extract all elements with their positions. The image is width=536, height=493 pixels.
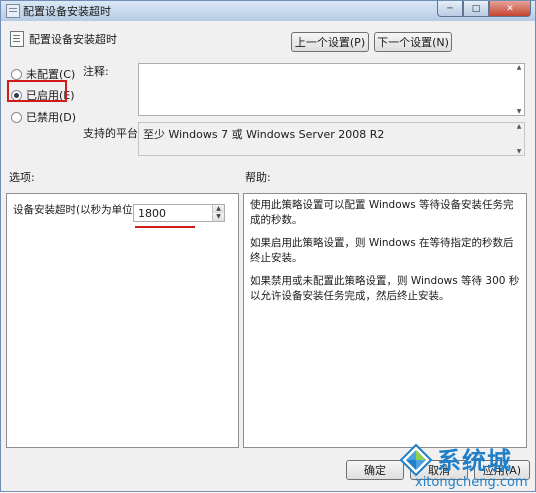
policy-window-icon bbox=[6, 4, 20, 18]
spin-buttons: ▲ ▼ bbox=[212, 205, 224, 221]
comment-textarea[interactable]: ▲ ▼ bbox=[138, 63, 525, 116]
watermark-logo-icon bbox=[399, 443, 433, 477]
ok-button[interactable]: 确定 bbox=[346, 460, 404, 480]
scroll-up-icon[interactable]: ▲ bbox=[517, 64, 522, 71]
platform-box: 至少 Windows 7 或 Windows Server 2008 R2 ▲ … bbox=[138, 122, 525, 156]
radio-disabled[interactable]: 已禁用(D) bbox=[11, 109, 76, 125]
help-paragraph: 如果启用此策略设置，则 Windows 在等待指定的秒数后终止安装。 bbox=[250, 237, 514, 264]
radio-label: 已禁用(D) bbox=[26, 111, 77, 124]
scroll-down-icon[interactable]: ▼ bbox=[517, 108, 522, 115]
options-label: 选项: bbox=[9, 171, 35, 184]
platform-value: 至少 Windows 7 或 Windows Server 2008 R2 bbox=[143, 128, 385, 141]
spin-up-icon[interactable]: ▲ bbox=[213, 205, 224, 213]
timeout-value[interactable]: 1800 bbox=[138, 207, 166, 220]
scroll-up-icon[interactable]: ▲ bbox=[517, 123, 522, 130]
previous-setting-button[interactable]: 上一个设置(P) bbox=[291, 32, 369, 52]
window-title: 配置设备安装超时 bbox=[23, 5, 111, 18]
help-label: 帮助: bbox=[245, 171, 271, 184]
next-setting-button[interactable]: 下一个设置(N) bbox=[374, 32, 452, 52]
policy-icon bbox=[10, 31, 24, 47]
timeout-label: 设备安装超时(以秒为单位) bbox=[13, 204, 137, 216]
spin-down-icon[interactable]: ▼ bbox=[213, 213, 224, 221]
value-red-underline bbox=[135, 226, 195, 228]
maximize-button[interactable]: □ bbox=[463, 1, 489, 17]
timeout-spinbox[interactable]: 1800 ▲ ▼ bbox=[133, 204, 225, 222]
platform-label: 支持的平台: bbox=[83, 127, 142, 140]
help-pane: 使用此策略设置可以配置 Windows 等待设备安装任务完成的秒数。 如果启用此… bbox=[243, 193, 527, 448]
minimize-button[interactable]: ─ bbox=[437, 1, 463, 17]
watermark-name: 系统城 bbox=[437, 447, 512, 475]
dialog-window: 配置设备安装超时 ─ □ ✕ 配置设备安装超时 上一个设置(P) 下一个设置(N… bbox=[0, 0, 536, 492]
enabled-highlight-box bbox=[7, 80, 67, 102]
scroll-down-icon[interactable]: ▼ bbox=[517, 148, 522, 155]
help-paragraph: 使用此策略设置可以配置 Windows 等待设备安装任务完成的秒数。 bbox=[250, 199, 514, 226]
watermark-url: xitongcheng.com bbox=[415, 475, 528, 490]
radio-circle[interactable] bbox=[11, 111, 22, 123]
close-button[interactable]: ✕ bbox=[489, 1, 531, 17]
window-controls: ─ □ ✕ bbox=[437, 1, 531, 17]
comment-label: 注释: bbox=[83, 65, 109, 78]
dialog-client: 配置设备安装超时 上一个设置(P) 下一个设置(N) 未配置(C) 已启用(E)… bbox=[1, 21, 535, 491]
radio-circle[interactable] bbox=[11, 68, 22, 80]
help-paragraph: 如果禁用或未配置此策略设置，则 Windows 等待 300 秒以允许设备安装任… bbox=[250, 275, 520, 302]
comment-scrollbar[interactable]: ▲ ▼ bbox=[514, 64, 524, 115]
platform-scrollbar[interactable]: ▲ ▼ bbox=[514, 123, 524, 155]
policy-title: 配置设备安装超时 bbox=[29, 33, 117, 46]
title-bar[interactable]: 配置设备安装超时 ─ □ ✕ bbox=[1, 1, 535, 21]
site-watermark: 系统城 xitongcheng.com bbox=[399, 437, 535, 493]
options-pane: 设备安装超时(以秒为单位) 1800 ▲ ▼ bbox=[6, 193, 239, 448]
